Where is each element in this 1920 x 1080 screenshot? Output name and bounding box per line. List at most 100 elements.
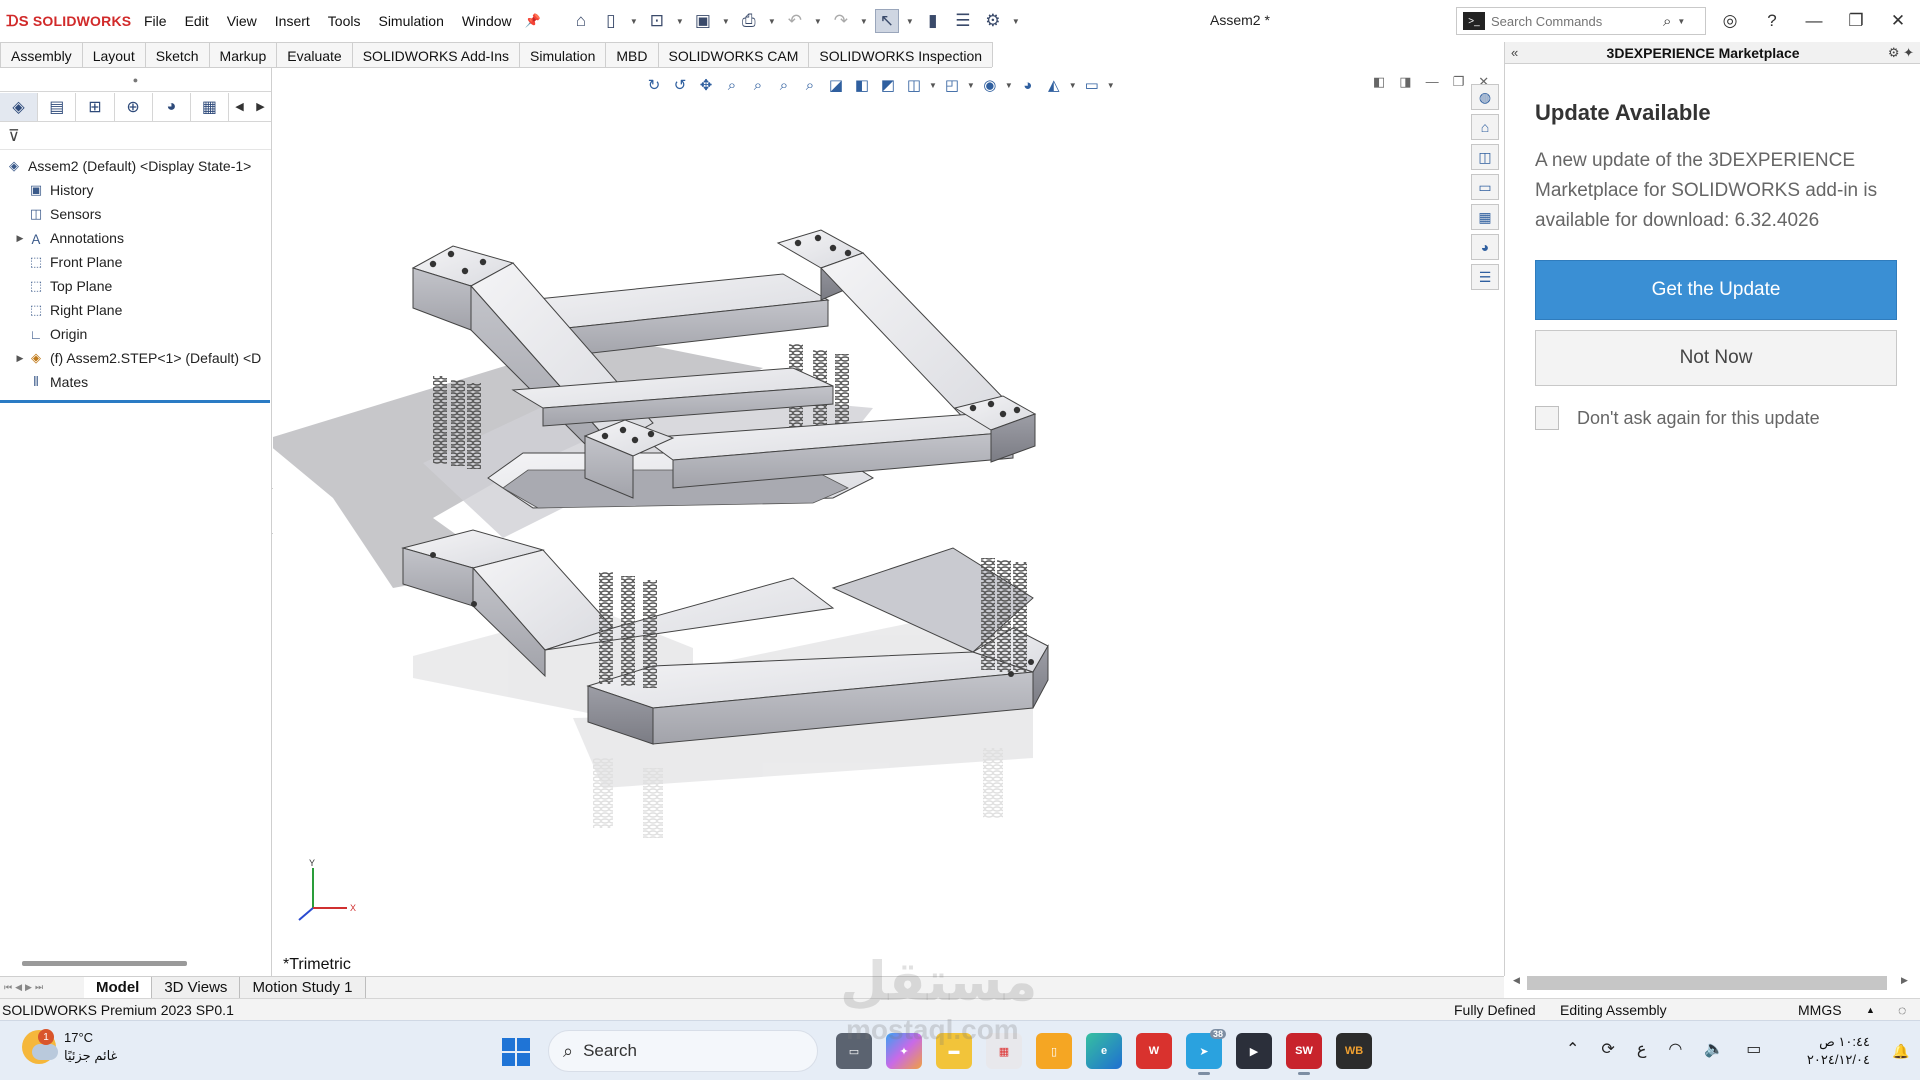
menu-edit[interactable]: Edit <box>176 13 218 29</box>
options-dropdown-icon[interactable]: ▼ <box>1011 17 1021 26</box>
wps-office-icon[interactable]: W <box>1136 1033 1172 1069</box>
tab-mbd[interactable]: MBD <box>605 42 659 67</box>
dynamic-annotation-icon[interactable]: ◫ <box>903 74 925 96</box>
home-icon[interactable]: ⌂ <box>569 9 593 33</box>
tree-item-annotations[interactable]: ▶ Ａ Annotations <box>0 226 271 250</box>
reference-triad[interactable]: Y X <box>293 858 363 928</box>
tab-assembly[interactable]: Assembly <box>0 42 83 67</box>
scene-icon[interactable]: ◭ <box>1043 74 1065 96</box>
solidworks-logo[interactable]: ᗪS SOLIDWORKS <box>0 13 135 30</box>
menu-window[interactable]: Window <box>453 13 521 29</box>
tab-layout[interactable]: Layout <box>81 42 146 67</box>
menu-insert[interactable]: Insert <box>266 13 319 29</box>
redo-dropdown-icon[interactable]: ▼ <box>859 17 869 26</box>
tab-3d-views[interactable]: 3D Views <box>152 977 241 998</box>
viewport-minimize-icon[interactable]: — <box>1426 74 1439 90</box>
tree-item-front-plane[interactable]: ⬚ Front Plane <box>0 250 271 274</box>
panel-grip-icon[interactable]: ● <box>0 68 271 92</box>
rotate-view-icon[interactable]: ↺ <box>669 74 691 96</box>
tree-item-sensors[interactable]: ◫ Sensors <box>0 202 271 226</box>
dont-ask-again-row[interactable]: Don't ask again for this update <box>1535 406 1902 430</box>
graphics-area[interactable]: ↻ ↺ ✥ ⌕ ⌕ ⌕ ⌕ ◪ ◧ ◩ ◫ ▼ ◰ ▼ ◉ ▼ ◕ ◭ ▼ ▭ ▼ ◧ ◨… <box>273 68 1503 976</box>
pin-icon[interactable]: 📌 <box>525 13 541 29</box>
open-dropdown-icon[interactable]: ▼ <box>675 17 685 26</box>
save-dropdown-icon[interactable]: ▼ <box>721 17 731 26</box>
design-library-icon[interactable]: ◫ <box>1471 144 1499 170</box>
property-manager-tab-icon[interactable]: ▤ <box>38 92 77 121</box>
tab-cam[interactable]: SOLIDWORKS CAM <box>657 42 810 67</box>
help-icon[interactable]: ? <box>1760 9 1784 33</box>
dont-ask-again-checkbox[interactable] <box>1535 406 1559 430</box>
custom-properties-icon[interactable]: ☰ <box>1471 264 1499 290</box>
units-dropdown-icon[interactable]: ▲ <box>1866 1005 1875 1015</box>
tab-addins[interactable]: SOLIDWORKS Add-Ins <box>351 42 520 67</box>
tab-inspection[interactable]: SOLIDWORKS Inspection <box>808 42 994 67</box>
display-dropdown-icon[interactable]: ▼ <box>929 81 937 90</box>
solidworks-taskbar-icon[interactable]: SW <box>1286 1033 1322 1075</box>
tab-simulation[interactable]: Simulation <box>519 42 607 67</box>
taskbar-clock[interactable]: ١٠:٤٤ ص ٢٠٢٤/١٢/٠٤ <box>1800 1033 1870 1069</box>
split-left-icon[interactable]: ◧ <box>1373 74 1385 90</box>
open-folder-icon[interactable]: ⊡ <box>645 9 669 33</box>
scroll-right-arrow-icon[interactable]: ▶ <box>1901 975 1908 986</box>
tree-item-top-plane[interactable]: ⬚ Top Plane <box>0 274 271 298</box>
appearances-icon[interactable]: ◕ <box>1471 234 1499 260</box>
new-document-icon[interactable]: ▯ <box>599 9 623 33</box>
zoom-to-area-icon[interactable]: ⌕ <box>747 74 769 96</box>
standard-views-icon[interactable]: ◰ <box>941 74 963 96</box>
tab-motion-study[interactable]: Motion Study 1 <box>240 977 366 998</box>
tree-item-history[interactable]: ▣ History <box>0 178 271 202</box>
settings-dropdown-icon[interactable]: ▼ <box>1107 81 1115 90</box>
appearance-icon[interactable]: ◕ <box>1017 74 1039 96</box>
tabs-right-arrow-icon[interactable]: ▶ <box>250 93 271 121</box>
last-tab-icon[interactable]: ⏭ <box>35 982 43 993</box>
tray-chevron-up-icon[interactable]: ⌃ <box>1566 1039 1579 1059</box>
traffic-light-icon[interactable]: ▮ <box>921 9 945 33</box>
search-commands[interactable]: >_ ⌕ ▼ <box>1456 7 1706 35</box>
solidworks-resources-home-icon[interactable]: ⌂ <box>1471 114 1499 140</box>
views-dropdown-icon[interactable]: ▼ <box>967 81 975 90</box>
select-cursor-icon[interactable]: ↖ <box>874 9 899 33</box>
undo-dropdown-icon[interactable]: ▼ <box>813 17 823 26</box>
pan-icon[interactable]: ✥ <box>695 74 717 96</box>
view-palette-icon[interactable]: ▦ <box>1471 204 1499 230</box>
file-explorer-icon[interactable]: ▭ <box>1471 174 1499 200</box>
tab-evaluate[interactable]: Evaluate <box>276 42 353 67</box>
tab-sketch[interactable]: Sketch <box>144 42 210 67</box>
prev-tab-icon[interactable]: ◀ <box>15 982 22 993</box>
media-player-icon[interactable]: ▶ <box>1236 1033 1272 1069</box>
restore-icon[interactable]: ❐ <box>1844 9 1868 33</box>
expand-arrow-icon[interactable]: ▶ <box>14 353 26 364</box>
feature-tree-tab-icon[interactable]: ◈ <box>0 92 39 121</box>
minimize-icon[interactable]: — <box>1802 9 1826 33</box>
redo-icon[interactable]: ↷ <box>829 9 853 33</box>
select-dropdown-icon[interactable]: ▼ <box>905 17 915 26</box>
scroll-thumb[interactable] <box>1527 976 1887 990</box>
sync-icon[interactable]: ⟳ <box>1601 1039 1614 1059</box>
file-properties-icon[interactable]: ☰ <box>951 9 975 33</box>
workbench-icon[interactable]: WB <box>1336 1033 1372 1069</box>
windows-start-icon[interactable] <box>502 1038 530 1066</box>
volume-icon[interactable]: 🔈 <box>1704 1039 1724 1059</box>
search-dropdown-icon[interactable]: ▼ <box>1677 17 1685 26</box>
zoom-in-out-icon[interactable]: ⌕ <box>773 74 795 96</box>
display-style-icon[interactable]: ◩ <box>877 74 899 96</box>
tree-item-origin[interactable]: ∟ Origin <box>0 322 271 346</box>
files-app-icon[interactable]: ▯ <box>1036 1033 1072 1069</box>
tree-filter[interactable]: ⊽ <box>0 122 271 150</box>
tree-item-step-assembly[interactable]: ▶ ◈ (f) Assem2.STEP<1> (Default) <D <box>0 346 271 370</box>
hide-show-icon[interactable]: ◉ <box>979 74 1001 96</box>
configuration-manager-tab-icon[interactable]: ⊞ <box>76 92 115 121</box>
next-tab-icon[interactable]: ▶ <box>25 982 32 993</box>
options-gear-icon[interactable]: ⚙ <box>981 9 1005 33</box>
display-manager-tab-icon[interactable]: ◕ <box>153 92 191 121</box>
assembly-model[interactable] <box>273 68 1503 976</box>
status-help-icon[interactable]: ◌ <box>1898 1002 1906 1018</box>
unit-system[interactable]: MMGS <box>1798 1002 1842 1018</box>
marketplace-horizontal-scrollbar[interactable]: ◀ ▶ <box>1505 972 1920 990</box>
section-view-icon[interactable]: ◪ <box>825 74 847 96</box>
zoom-to-fit-icon[interactable]: ⌕ <box>721 74 743 96</box>
menu-tools[interactable]: Tools <box>319 13 370 29</box>
tab-markup[interactable]: Markup <box>208 42 278 67</box>
menu-file[interactable]: File <box>135 13 176 29</box>
